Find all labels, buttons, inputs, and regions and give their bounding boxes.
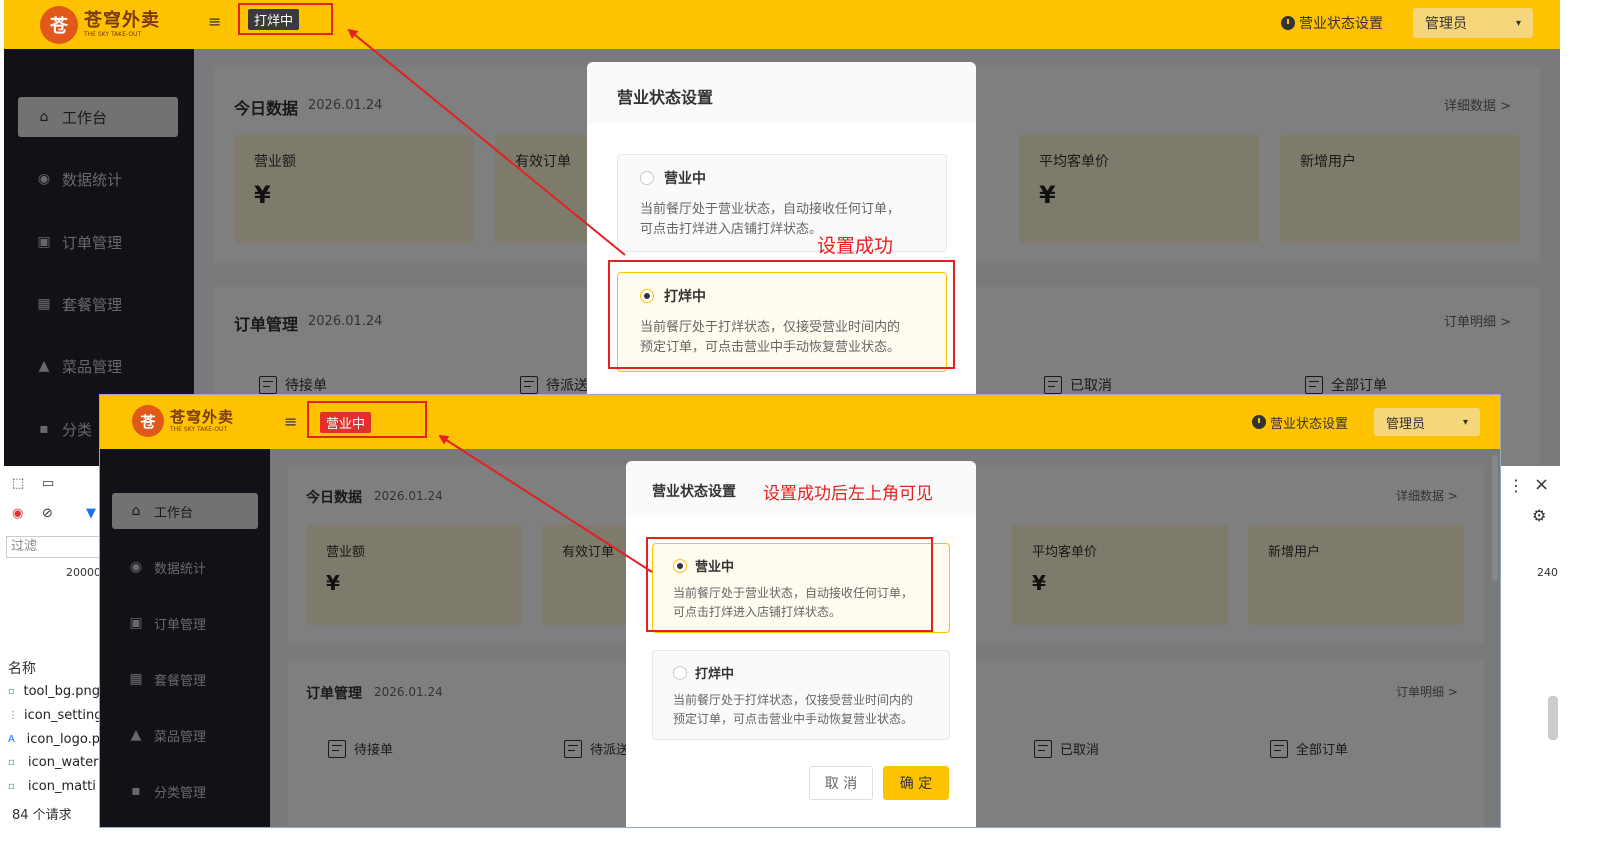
annotation-arrows bbox=[347, 28, 653, 573]
arrow-to-open-tag bbox=[438, 434, 653, 573]
arrow-to-closed-tag bbox=[347, 28, 626, 256]
